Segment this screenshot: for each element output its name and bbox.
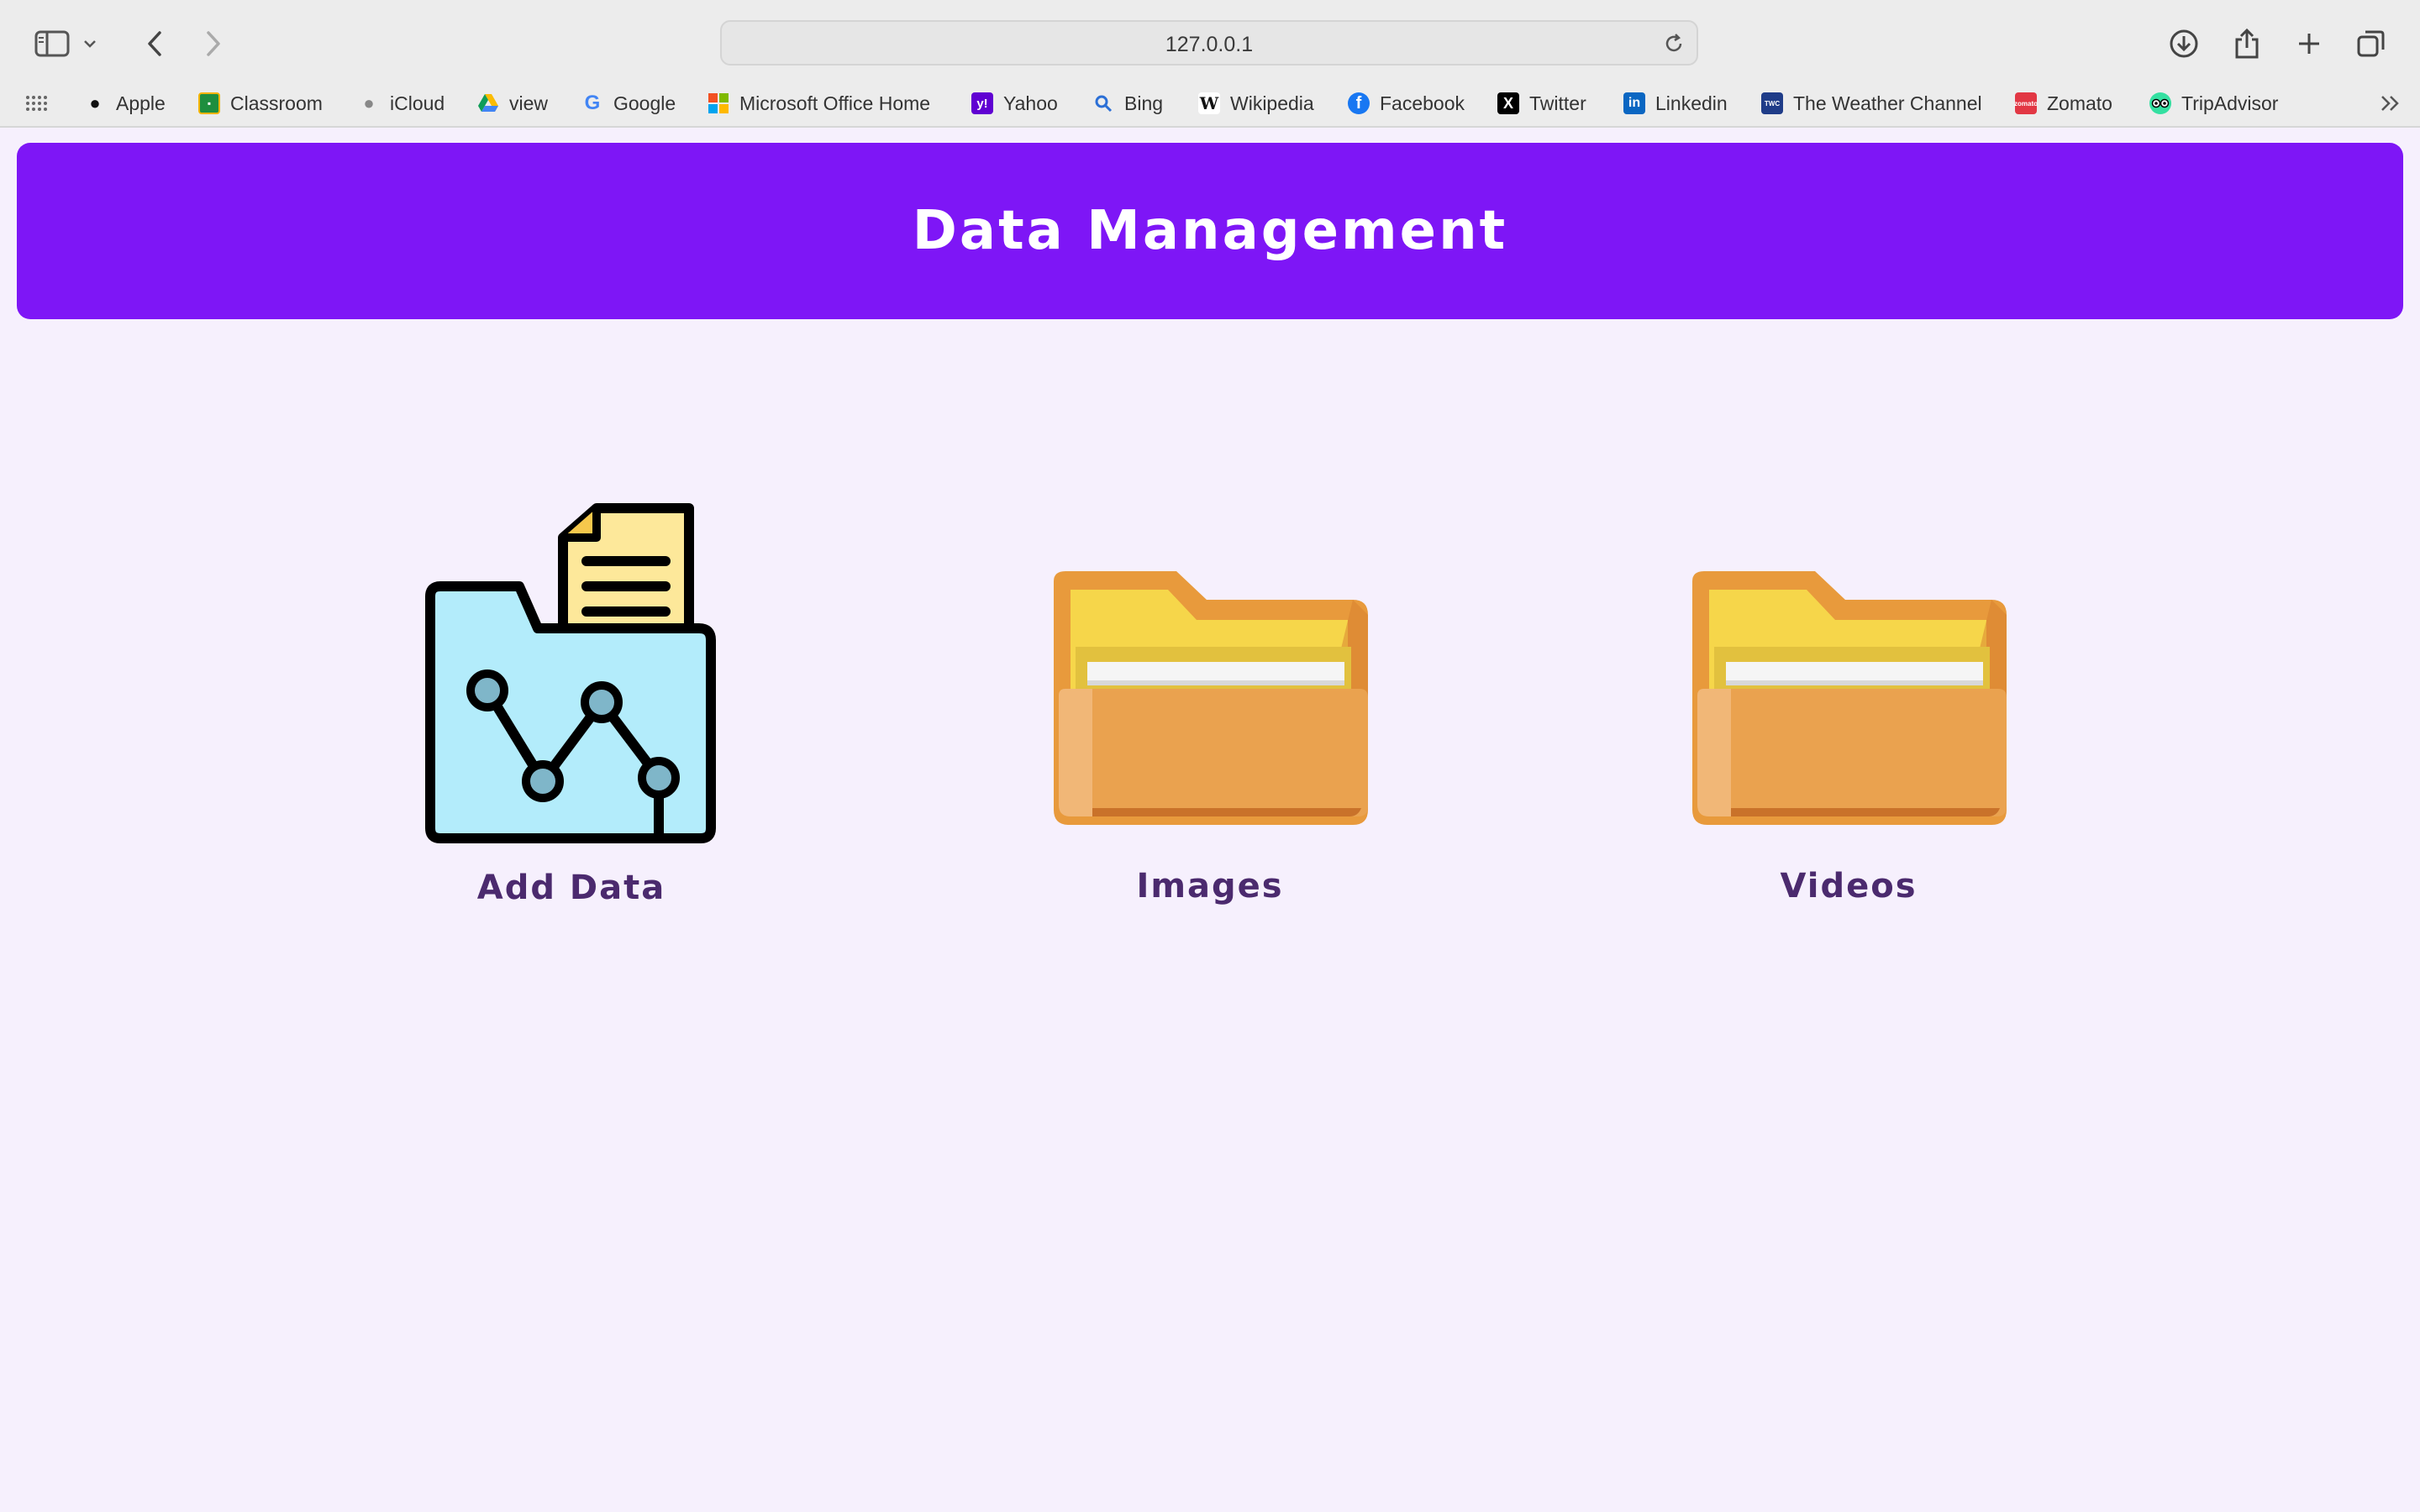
x-twitter-icon: X: [1497, 92, 1519, 114]
bookmark-label: Yahoo: [1003, 92, 1058, 114]
share-icon: [2235, 28, 2259, 59]
bookmark-wikipedia[interactable]: W Wikipedia: [1198, 84, 1314, 123]
page-title: Data Management: [912, 200, 1508, 262]
reload-icon[interactable]: [1663, 33, 1685, 55]
bookmark-yahoo[interactable]: y! Yahoo: [971, 84, 1058, 123]
bookmark-label: The Weather Channel: [1793, 92, 1982, 114]
bookmark-label: iCloud: [390, 92, 445, 114]
tabs-icon: [2357, 30, 2385, 57]
plus-icon: [2299, 34, 2319, 54]
bookmark-facebook[interactable]: f Facebook: [1348, 84, 1465, 123]
sidebar-toggle-button[interactable]: [30, 22, 74, 66]
new-tab-button[interactable]: [2287, 22, 2331, 66]
google-icon: G: [584, 92, 601, 114]
google-drive-icon: [477, 92, 499, 114]
sidebar-menu-button[interactable]: [77, 22, 103, 66]
back-arrow-icon: [148, 31, 161, 56]
back-button[interactable]: [133, 22, 176, 66]
apps-grid-button[interactable]: [25, 84, 47, 123]
bookmark-label: TripAdvisor: [2181, 92, 2279, 114]
classroom-icon: ▪: [198, 92, 220, 114]
bookmark-linkedin[interactable]: in Linkedin: [1623, 84, 1728, 123]
linkedin-icon: in: [1623, 92, 1645, 114]
address-bar[interactable]: 127.0.0.1: [720, 20, 1698, 66]
browser-chrome: 127.0.0.1 ● Apple ▪ Classroom ● iCloud v…: [0, 0, 2420, 128]
downloads-button[interactable]: [2162, 22, 2206, 66]
bookmark-zomato[interactable]: zomato Zomato: [2014, 84, 2112, 123]
bookmark-classroom[interactable]: ▪ Classroom: [198, 84, 323, 123]
card-label: Add Data: [476, 869, 666, 907]
images-folder-card[interactable]: Images: [1042, 571, 1378, 906]
bookmark-label: Twitter: [1529, 92, 1586, 114]
bookmark-view[interactable]: view: [477, 84, 548, 123]
bookmark-label: Facebook: [1380, 92, 1465, 114]
add-data-card[interactable]: Add Data: [403, 496, 739, 907]
bookmark-twitter[interactable]: X Twitter: [1497, 84, 1586, 123]
zomato-icon: zomato: [2014, 92, 2038, 114]
forward-button[interactable]: [192, 22, 235, 66]
bookmark-label: Wikipedia: [1230, 92, 1314, 114]
weather-channel-icon: TWC: [1761, 92, 1783, 114]
tripadvisor-icon: [2149, 92, 2171, 114]
bookmark-label: Apple: [116, 92, 166, 114]
bing-search-icon: [1092, 92, 1114, 114]
sidebar-icon: [34, 30, 70, 57]
apple-icon: ●: [89, 92, 101, 113]
yahoo-icon: y!: [971, 92, 993, 114]
bookmark-label: view: [509, 92, 549, 114]
bookmark-icloud[interactable]: ● iCloud: [358, 84, 445, 123]
bookmark-weather-channel[interactable]: TWC The Weather Channel: [1761, 84, 1982, 123]
folder-icon: [1692, 571, 2007, 825]
bookmark-label: Zomato: [2047, 92, 2112, 114]
wikipedia-icon: W: [1198, 92, 1220, 114]
bookmark-microsoft-office[interactable]: Microsoft Office Home: [708, 84, 930, 123]
bookmark-label: Bing: [1124, 92, 1164, 114]
bookmark-bing[interactable]: Bing: [1092, 84, 1163, 123]
download-icon: [2170, 29, 2198, 58]
bookmark-label: Google: [613, 92, 676, 114]
bookmark-label: Classroom: [230, 92, 323, 114]
page-header: Data Management: [17, 143, 2403, 319]
forward-arrow-icon: [207, 31, 220, 56]
folder-icon: [1054, 571, 1368, 825]
card-label: Videos: [1780, 867, 1918, 906]
bookmark-apple[interactable]: ● Apple: [84, 84, 166, 123]
url-text: 127.0.0.1: [1165, 33, 1254, 56]
browser-toolbar: 127.0.0.1: [0, 0, 2420, 84]
bookmarks-overflow-button[interactable]: [2380, 84, 2402, 123]
bookmark-label: Linkedin: [1655, 92, 1728, 114]
videos-folder-card[interactable]: Videos: [1681, 571, 2017, 906]
double-chevron-right-icon: [2381, 96, 2399, 111]
bookmark-label: Microsoft Office Home: [739, 92, 931, 114]
facebook-icon: f: [1348, 92, 1370, 114]
data-folder-icon: [425, 503, 716, 843]
card-label: Images: [1136, 867, 1284, 906]
tab-overview-button[interactable]: [2349, 22, 2393, 66]
chevron-down-icon: [84, 40, 96, 48]
grid-icon: [26, 96, 47, 111]
bookmark-google[interactable]: G Google: [581, 84, 676, 123]
share-button[interactable]: [2225, 22, 2269, 66]
bookmarks-bar: ● Apple ▪ Classroom ● iCloud view G Goog…: [0, 84, 2420, 123]
microsoft-icon: [708, 92, 729, 114]
bookmark-tripadvisor[interactable]: TripAdvisor: [2149, 84, 2278, 123]
icloud-icon: ●: [363, 92, 375, 113]
